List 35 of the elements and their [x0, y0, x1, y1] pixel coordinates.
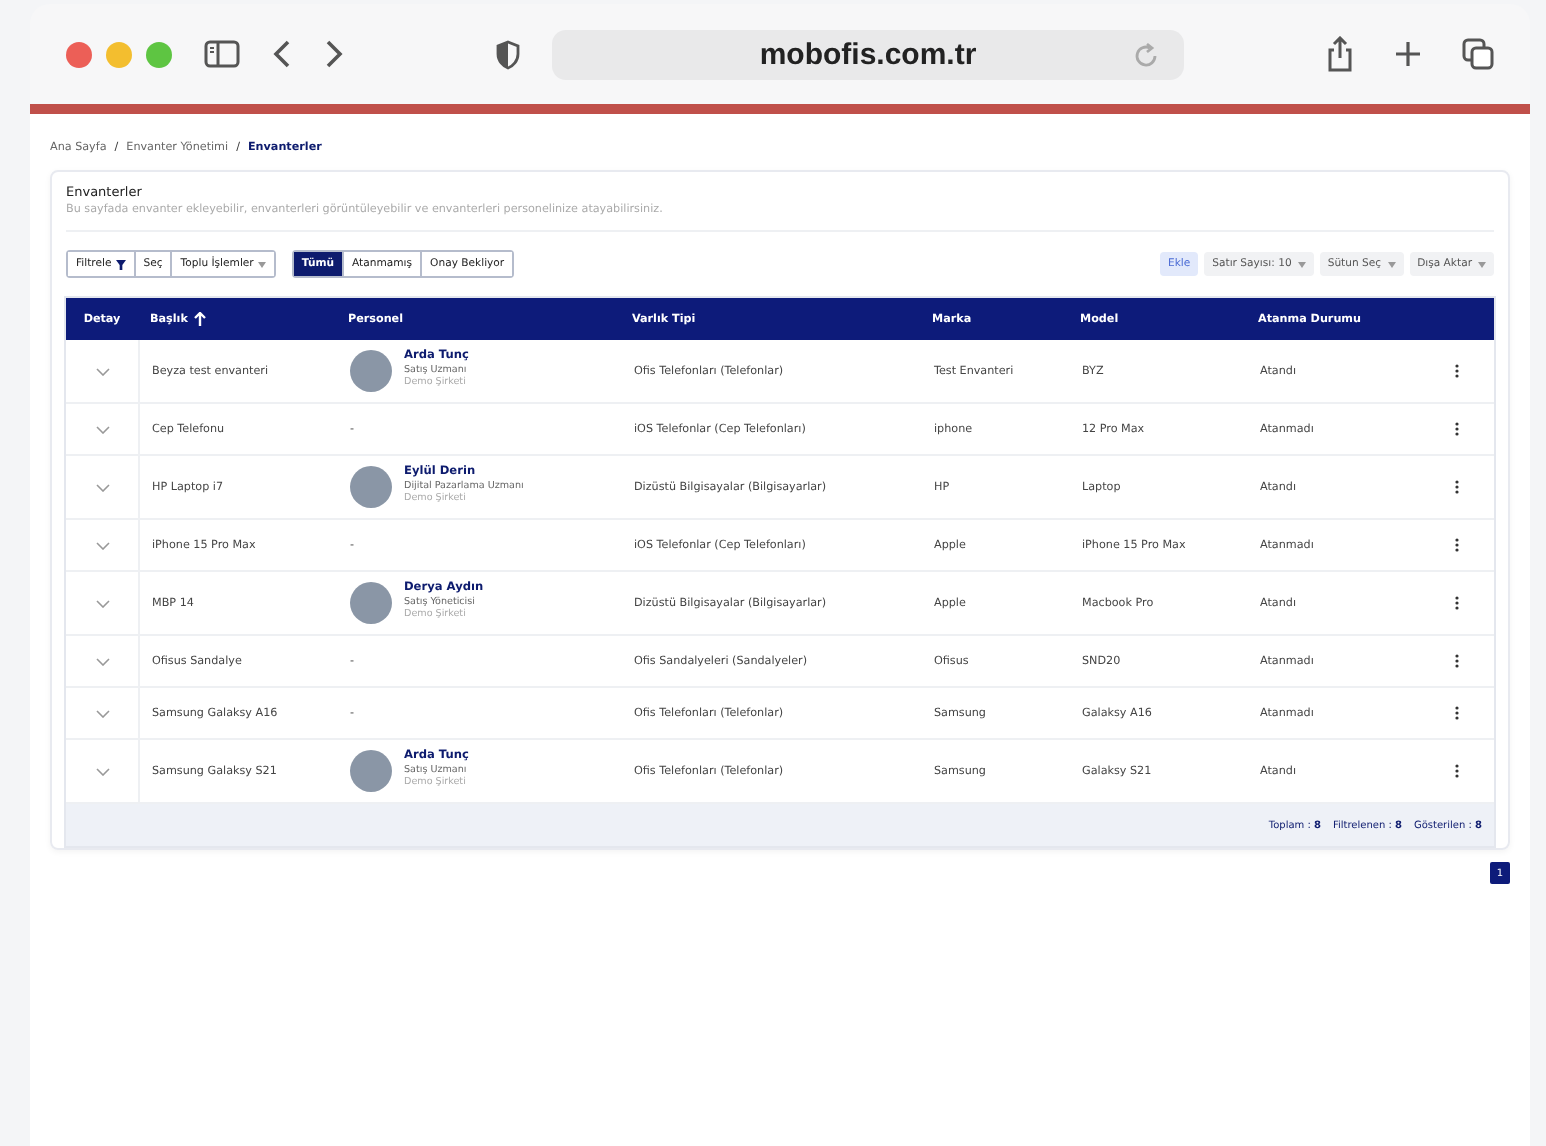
caret-icon: [1387, 261, 1396, 267]
close-window-icon[interactable]: [66, 41, 92, 67]
more-options-icon[interactable]: [1454, 364, 1460, 378]
avatar-photo-placeholder: [350, 582, 392, 624]
expand-chevron-icon[interactable]: [95, 367, 109, 375]
expand-chevron-icon[interactable]: [95, 425, 109, 433]
more-options-icon[interactable]: [1454, 538, 1460, 552]
more-options-icon[interactable]: [1454, 422, 1460, 436]
expand-chevron-icon[interactable]: [95, 767, 109, 775]
expand-chevron-icon[interactable]: [95, 709, 109, 717]
sidebar-icon[interactable]: [204, 40, 240, 68]
more-options-icon[interactable]: [1454, 480, 1460, 494]
new-tab-icon[interactable]: [1394, 40, 1422, 68]
expand-chevron-icon[interactable]: [95, 541, 109, 549]
caret-icon: [1478, 261, 1486, 267]
shield-icon[interactable]: [496, 39, 520, 69]
address-bar[interactable]: mobofis.com.tr: [552, 29, 1184, 79]
avatar-photo-placeholder: [350, 466, 392, 508]
share-icon[interactable]: [1326, 36, 1354, 72]
expand-chevron-icon[interactable]: [95, 657, 109, 665]
more-options-icon[interactable]: [1454, 654, 1460, 668]
avatar-photo-placeholder: [350, 350, 392, 392]
more-options-icon[interactable]: [1454, 596, 1460, 610]
caret-icon: [1297, 261, 1306, 267]
expand-chevron-icon[interactable]: [95, 599, 109, 607]
forward-icon[interactable]: [324, 38, 344, 70]
expand-chevron-icon[interactable]: [95, 483, 109, 491]
back-icon[interactable]: [272, 38, 292, 70]
caret-icon: [257, 261, 266, 267]
funnel-icon: [115, 259, 126, 269]
more-options-icon[interactable]: [1454, 706, 1460, 720]
tabs-overview-icon[interactable]: [1462, 38, 1494, 70]
sort-ascending-icon[interactable]: [193, 312, 206, 326]
avatar-photo-placeholder: [350, 750, 392, 792]
more-options-icon[interactable]: [1454, 764, 1460, 778]
